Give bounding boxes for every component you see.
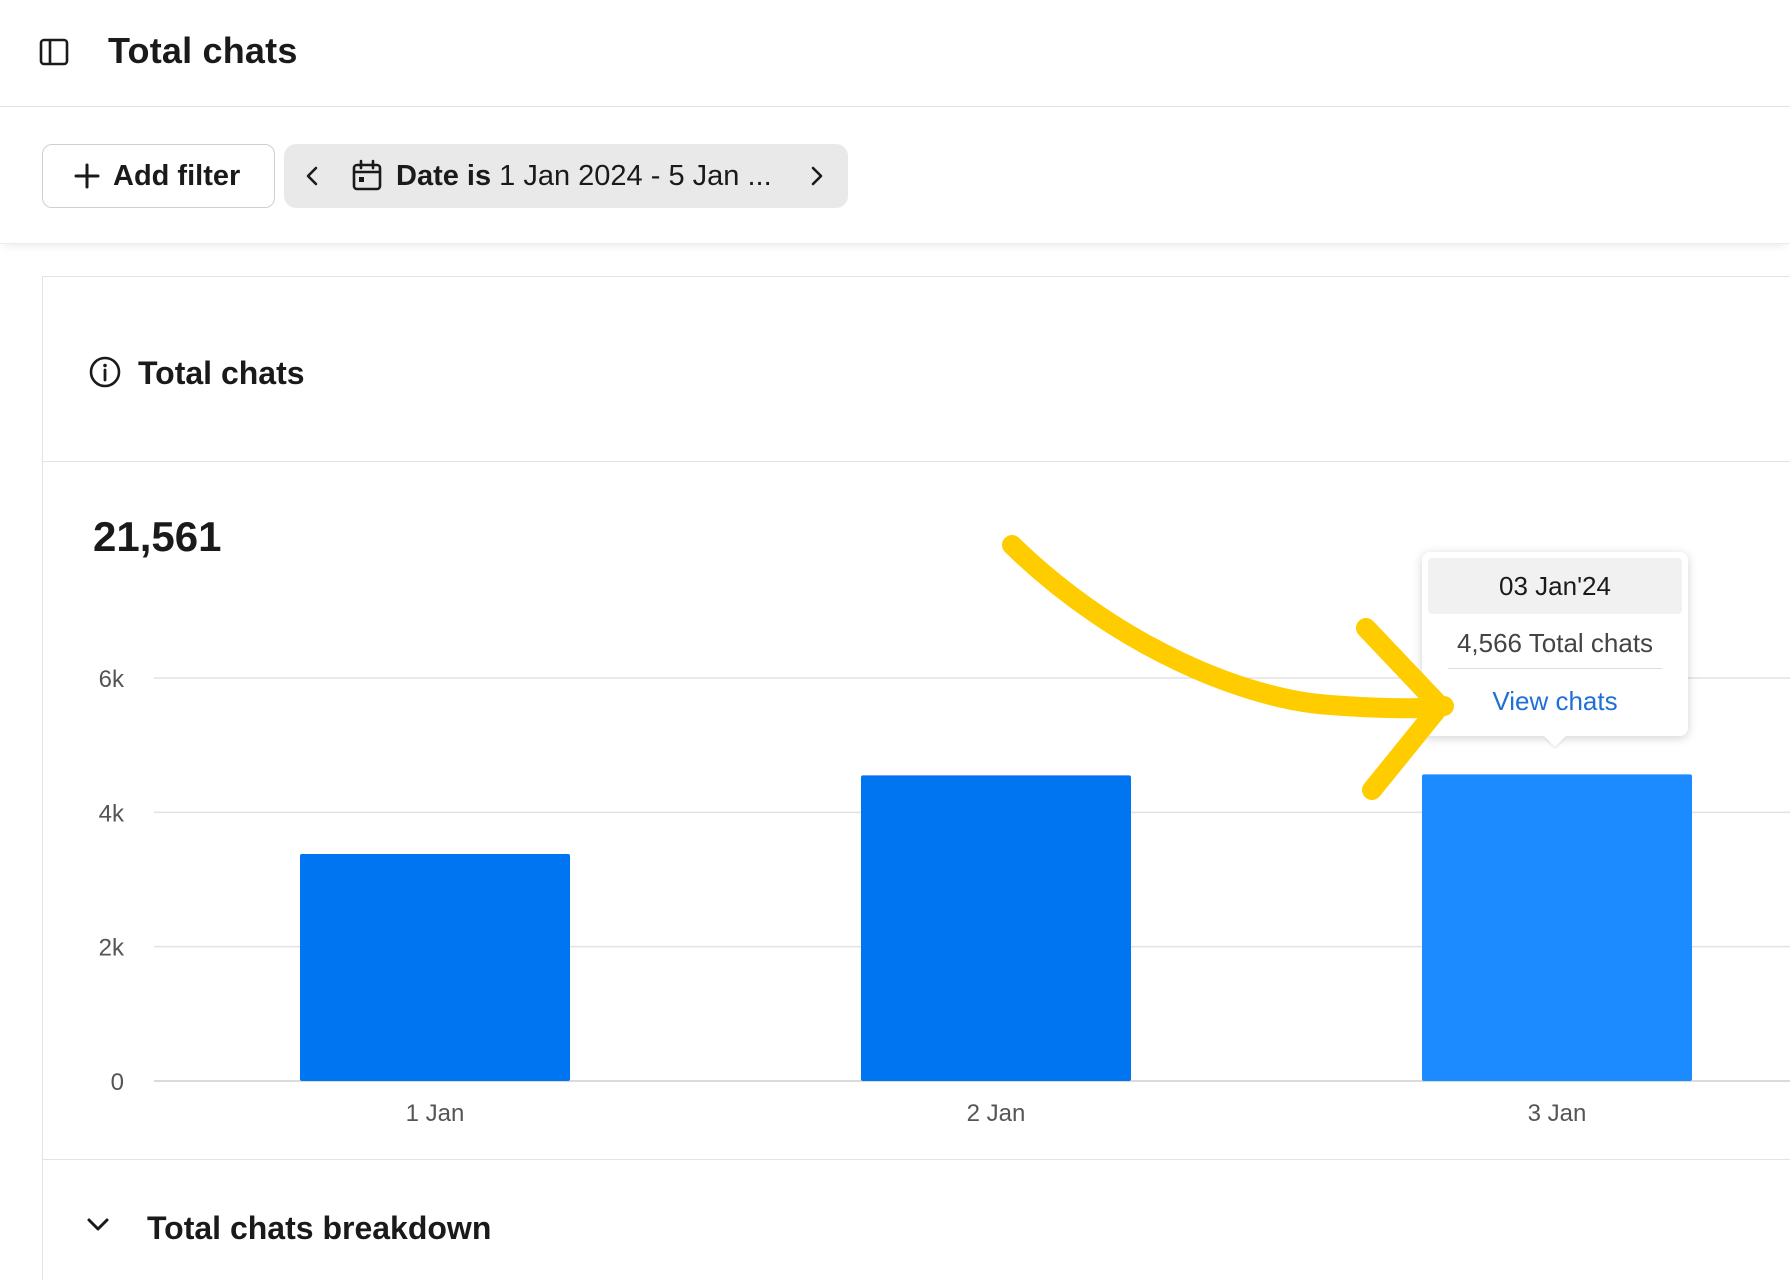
card-header: Total chats xyxy=(43,277,1790,462)
chevron-right-icon[interactable] xyxy=(801,161,831,191)
calendar-icon xyxy=(352,159,382,191)
page-title: Total chats xyxy=(108,30,298,71)
tooltip-value: 4,566 Total chats xyxy=(1456,628,1654,658)
date-filter-text[interactable]: Date is 1 Jan 2024 - 5 Jan ... xyxy=(396,160,772,193)
tooltip-divider xyxy=(1448,668,1662,669)
chart-tooltip: 03 Jan'24 4,566 Total chats View chats xyxy=(1422,552,1688,736)
date-filter-value: 1 Jan 2024 - 5 Jan ... xyxy=(499,160,772,192)
filter-bar: Add filter Date is 1 Jan 2024 - 5 Jan ..… xyxy=(0,108,1790,244)
tooltip-date: 03 Jan'24 xyxy=(1428,558,1682,614)
date-filter-chip[interactable]: Date is 1 Jan 2024 - 5 Jan ... xyxy=(284,144,848,208)
add-filter-button[interactable]: Add filter xyxy=(42,144,275,208)
info-icon[interactable] xyxy=(88,355,122,389)
card-title: Total chats xyxy=(138,355,305,391)
sidebar-toggle-icon[interactable] xyxy=(38,36,70,68)
chevron-left-icon[interactable] xyxy=(298,161,328,191)
breakdown-title[interactable]: Total chats breakdown xyxy=(147,1210,491,1247)
bar-2-jan[interactable] xyxy=(861,775,1131,1081)
view-chats-link[interactable]: View chats xyxy=(1422,686,1688,717)
bar-1-jan[interactable] xyxy=(300,853,570,1081)
analytics-page: Total chats Add filter Date is 1 Jan 202… xyxy=(0,0,1790,1280)
page-header: Total chats xyxy=(0,0,1790,107)
total-value: 21,561 xyxy=(93,513,222,560)
chevron-down-icon[interactable] xyxy=(81,1208,115,1242)
date-filter-prefix: Date is xyxy=(396,160,492,192)
add-filter-label: Add filter xyxy=(113,159,241,192)
bar-3-jan[interactable] xyxy=(1422,774,1692,1081)
plus-icon xyxy=(74,163,100,189)
breakdown-section[interactable]: Total chats breakdown xyxy=(43,1159,1790,1280)
